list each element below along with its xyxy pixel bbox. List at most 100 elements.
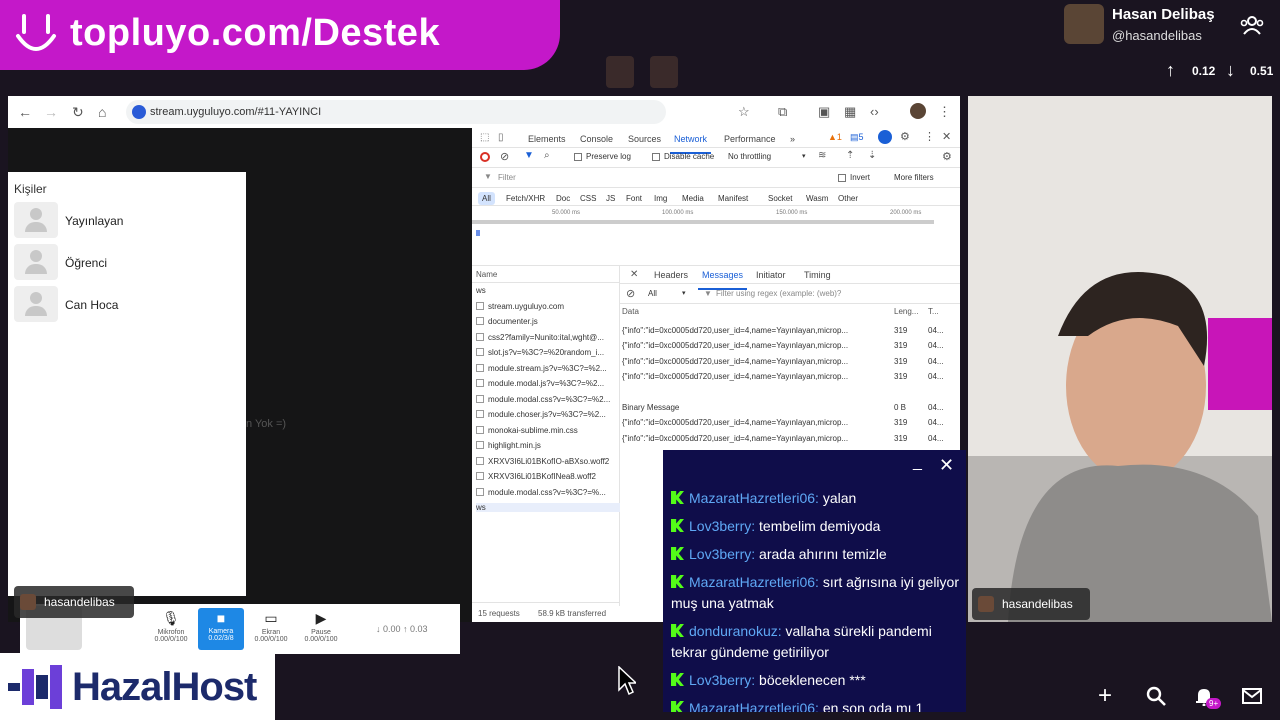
- request-row[interactable]: XRXV3I6Li01BKofIO-aBXso.woff2: [476, 457, 616, 466]
- sync-icon[interactable]: [878, 130, 892, 144]
- more-menu-icon[interactable]: ⋮: [938, 104, 951, 120]
- inspect-icon[interactable]: ⬚: [480, 132, 489, 143]
- search-icon[interactable]: ⌕: [544, 150, 550, 161]
- disable-cache-checkbox[interactable]: [652, 153, 660, 161]
- request-row[interactable]: documenter.js: [476, 317, 616, 326]
- filter-input[interactable]: Filter: [498, 173, 516, 182]
- request-row[interactable]: css2?family=Nunito:ital,wght@...: [476, 333, 616, 342]
- filter-icon: ▼: [704, 289, 712, 298]
- type-filter-chip[interactable]: Other: [834, 192, 862, 205]
- request-row[interactable]: module.modal.css?v=%3C?=%2...: [476, 395, 616, 404]
- close-detail-icon[interactable]: ✕: [630, 269, 638, 280]
- type-filter-chip[interactable]: JS: [602, 192, 619, 205]
- request-row[interactable]: module.modal.css?v=%3C?=%...: [476, 488, 616, 497]
- search-icon[interactable]: [1146, 686, 1166, 706]
- download-icon[interactable]: ⇣: [868, 150, 876, 161]
- plus-icon[interactable]: +: [1098, 682, 1112, 710]
- sidepanel-icon[interactable]: ▣: [818, 104, 830, 120]
- message-type-select[interactable]: All: [648, 289, 657, 298]
- request-row[interactable]: highlight.min.js: [476, 441, 616, 450]
- browser-profile-avatar[interactable]: [910, 103, 926, 119]
- preserve-log-checkbox[interactable]: [574, 153, 582, 161]
- request-row[interactable]: slot.js?v=%3C?=%20random_i...: [476, 348, 616, 357]
- type-filter-chip[interactable]: Doc: [552, 192, 574, 205]
- request-row[interactable]: monokai-sublime.min.css: [476, 426, 616, 435]
- type-filter-chip[interactable]: Manifest: [714, 192, 752, 205]
- chat-username[interactable]: Lov3berry:: [689, 546, 755, 562]
- request-list: Name ws stream.uyguluyo.com documenter.j…: [472, 266, 620, 606]
- people-title: Kişiler: [14, 182, 47, 196]
- hazalhost-mark-icon: [8, 665, 62, 709]
- message-icon[interactable]: ▤5: [850, 132, 864, 143]
- minimize-icon[interactable]: _: [913, 454, 922, 472]
- chat-overlay: _ ✕ MazaratHazretleri06: yalan Lov3berry…: [663, 450, 966, 712]
- request-row[interactable]: XRXV3I6Li01BKofINea8.woff2: [476, 472, 616, 481]
- type-filter-chip[interactable]: Img: [650, 192, 671, 205]
- wifi-icon[interactable]: ≋: [818, 150, 826, 161]
- request-row[interactable]: module.modal.js?v=%3C?=%2...: [476, 379, 616, 388]
- url-text: stream.uyguluyo.com/#11-YAYINCI: [150, 106, 322, 118]
- type-filter-chip[interactable]: Wasm: [802, 192, 832, 205]
- invert-checkbox[interactable]: [838, 174, 846, 182]
- filter-icon[interactable]: ▼: [524, 150, 534, 161]
- message-regex-filter[interactable]: Filter using regex (example: (web)?: [716, 289, 841, 298]
- chat-text: böceklenecen ***: [759, 672, 866, 688]
- person-item[interactable]: Can Hoca: [14, 286, 240, 324]
- type-filter-chip[interactable]: Fetch/XHR: [502, 192, 549, 205]
- chat-username[interactable]: MazaratHazretleri06:: [689, 490, 819, 506]
- person-item[interactable]: Yayınlayan: [14, 202, 240, 240]
- bookmark-star-icon[interactable]: ☆: [738, 104, 750, 120]
- gear-icon[interactable]: ⚙: [900, 130, 910, 143]
- people-icon[interactable]: [1240, 14, 1264, 36]
- type-filter-chip[interactable]: CSS: [576, 192, 600, 205]
- extensions-icon[interactable]: ⧉: [778, 104, 787, 120]
- device-toolbar-icon[interactable]: ▯: [498, 132, 504, 143]
- throttle-select[interactable]: No throttling: [728, 152, 771, 161]
- clear-icon[interactable]: ⊘: [500, 150, 509, 163]
- chat-username[interactable]: MazaratHazretleri06:: [689, 700, 819, 712]
- request-row[interactable]: stream.uyguluyo.com: [476, 302, 616, 311]
- network-settings-icon[interactable]: ⚙: [942, 150, 952, 163]
- close-icon[interactable]: ✕: [942, 130, 951, 143]
- message-length: 319: [894, 434, 908, 443]
- clear-messages-icon[interactable]: ⊘: [626, 287, 635, 300]
- home-icon[interactable]: ⌂: [98, 104, 106, 120]
- chat-username[interactable]: Lov3berry:: [689, 672, 755, 688]
- kick-icon: [671, 575, 684, 588]
- close-icon[interactable]: ✕: [939, 455, 954, 476]
- smile-logo-icon: [16, 14, 56, 51]
- screen-button[interactable]: ▭ Ekran 0.00/0/100: [248, 608, 294, 650]
- chat-username[interactable]: donduranokuz:: [689, 623, 782, 639]
- chat-username[interactable]: Lov3berry:: [689, 518, 755, 534]
- reload-icon[interactable]: ↻: [72, 104, 84, 121]
- type-filter-chip[interactable]: Media: [678, 192, 708, 205]
- mail-icon[interactable]: [1242, 688, 1262, 704]
- request-row[interactable]: ws: [476, 286, 616, 295]
- pause-button[interactable]: ▶ Pause 0.00/0/100: [298, 608, 344, 650]
- record-icon[interactable]: [480, 152, 490, 162]
- camera-button[interactable]: ■ Kamera 0.02/3/8: [198, 608, 244, 650]
- profile-avatar[interactable]: [1064, 4, 1104, 44]
- upload-icon[interactable]: ⇡: [846, 150, 854, 161]
- request-row[interactable]: module.choser.js?v=%3C?=%2...: [476, 410, 616, 419]
- address-bar[interactable]: stream.uyguluyo.com/#11-YAYINCI: [126, 100, 666, 124]
- request-row[interactable]: module.stream.js?v=%3C?=%2...: [476, 364, 616, 373]
- type-filter-chip[interactable]: All: [478, 192, 495, 205]
- type-filter-chip[interactable]: Font: [622, 192, 646, 205]
- message-length: 319: [894, 357, 908, 366]
- devtools-code-icon[interactable]: ‹›: [870, 104, 879, 119]
- user-avatar-icon: [14, 286, 58, 322]
- warning-icon[interactable]: ▲1: [828, 132, 842, 142]
- chat-username[interactable]: MazaratHazretleri06:: [689, 574, 819, 590]
- chat-message: MazaratHazretleri06: sırt ağrısına iyi g…: [671, 572, 961, 614]
- devtools-menu-icon[interactable]: ⋮: [924, 130, 935, 143]
- type-filter-chip[interactable]: Socket: [764, 192, 796, 205]
- person-item[interactable]: Öğrenci: [14, 244, 240, 282]
- qr-icon[interactable]: ▦: [844, 104, 856, 120]
- request-row-selected[interactable]: ws: [476, 503, 620, 512]
- more-filters-button[interactable]: More filters: [894, 173, 934, 182]
- back-icon[interactable]: ←: [18, 104, 32, 120]
- forward-icon[interactable]: →: [44, 104, 58, 120]
- mic-button[interactable]: 🎙 Mikrofon 0.00/0/100: [148, 608, 194, 650]
- chevron-down-icon: ▾: [682, 290, 686, 297]
